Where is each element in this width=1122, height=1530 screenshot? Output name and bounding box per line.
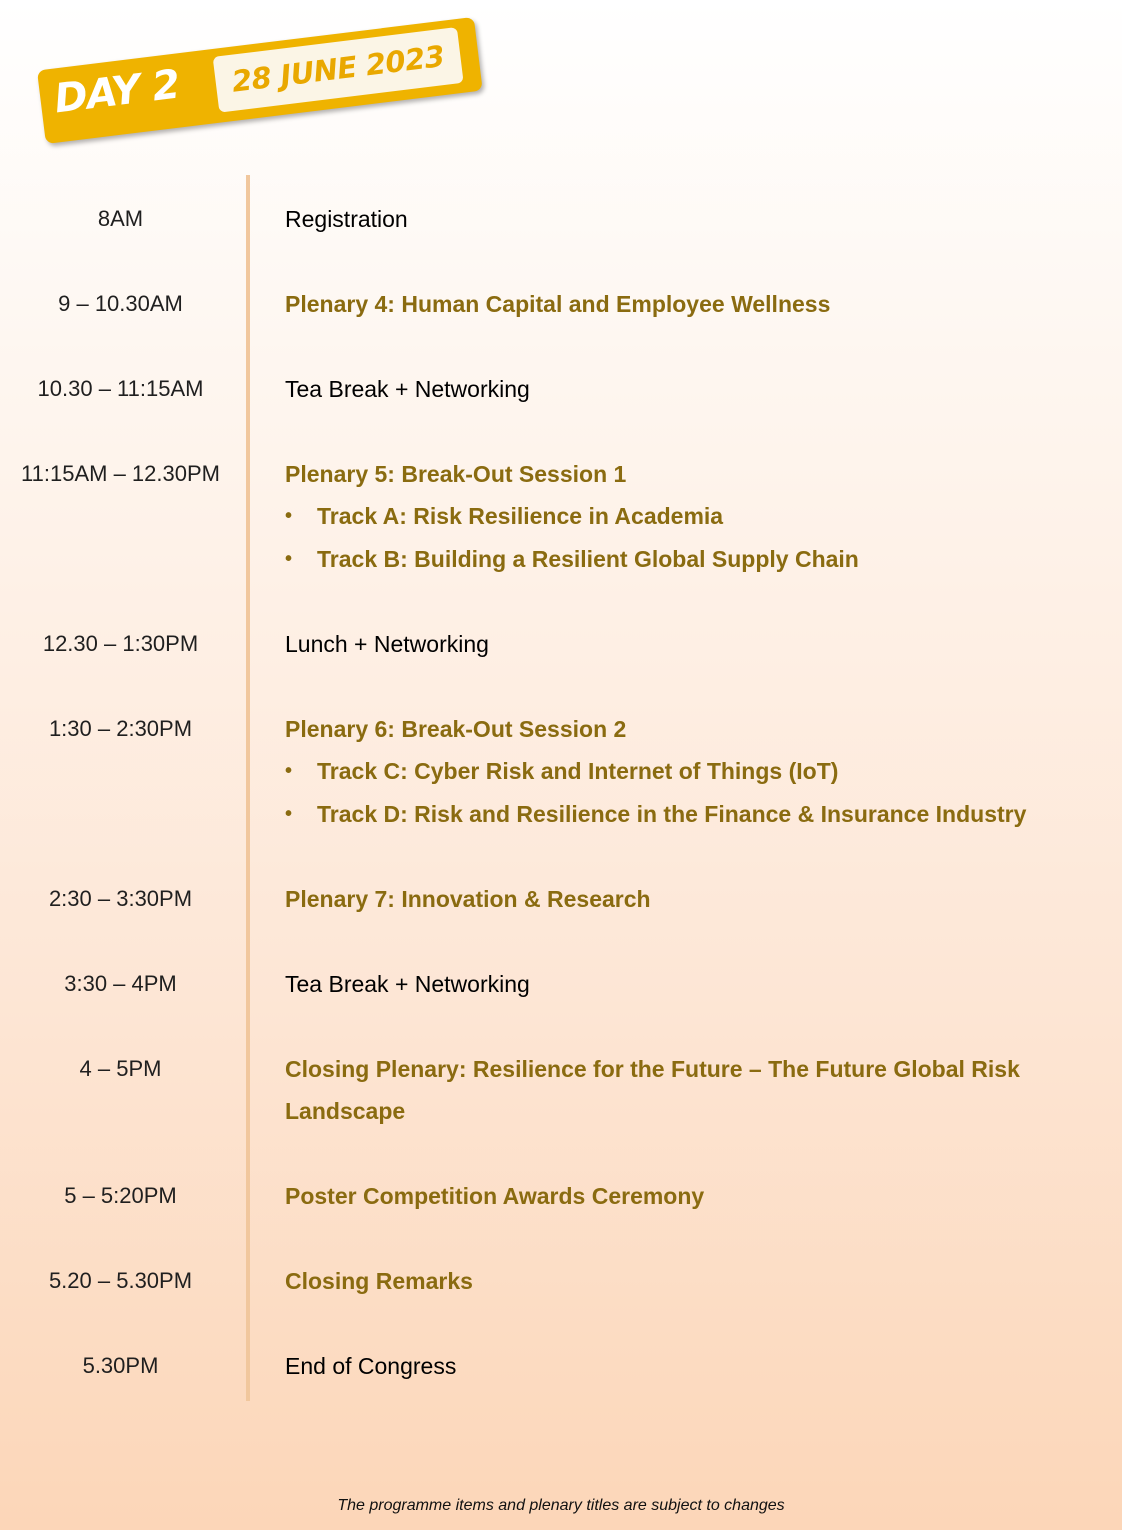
track-item: • Track A: Risk Resilience in Academia [285,495,1075,538]
agenda-title: Tea Break + Networking [285,376,530,402]
agenda-time: 5 – 5:20PM [64,1183,177,1208]
agenda-time: 10.30 – 11:15AM [37,376,204,401]
agenda-title: Registration [285,206,408,232]
agenda-title: Plenary 5: Break-Out Session 1 [285,461,627,487]
agenda-title: Poster Competition Awards Ceremony [285,1183,705,1209]
timeline-divider [246,175,250,1401]
bullet-icon: • [285,760,293,782]
agenda-title: Plenary 6: Break-Out Session 2 [285,716,627,742]
agenda-title: Closing Remarks [285,1268,473,1294]
track-label: Track A: Risk Resilience in Academia [317,503,724,529]
agenda-time: 12.30 – 1:30PM [42,631,199,656]
agenda-title: End of Congress [285,1353,457,1379]
agenda-time: 9 – 10.30AM [58,291,183,316]
bullet-icon: • [285,505,293,527]
agenda-time: 5.30PM [82,1353,159,1378]
agenda-title: Closing Plenary: Resilience for the Futu… [285,1056,1020,1124]
agenda-time: 4 – 5PM [79,1056,162,1081]
track-label: Track D: Risk and Resilience in the Fina… [317,801,1027,827]
agenda-title: Tea Break + Networking [285,971,530,997]
track-item: • Track D: Risk and Resilience in the Fi… [285,793,1075,836]
agenda-title: Plenary 4: Human Capital and Employee We… [285,291,831,317]
agenda-time: 1:30 – 2:30PM [48,716,193,741]
agenda-time: 5.20 – 5.30PM [48,1268,193,1293]
agenda-time: 11:15AM – 12.30PM [21,461,220,486]
track-item: • Track C: Cyber Risk and Internet of Th… [285,750,1075,793]
agenda-title: Lunch + Networking [285,631,489,657]
track-item: • Track B: Building a Resilient Global S… [285,538,1075,581]
agenda-title: Plenary 7: Innovation & Research [285,886,651,912]
agenda-time: 3:30 – 4PM [64,971,177,996]
bullet-icon: • [285,803,293,825]
bullet-icon: • [285,548,293,570]
track-label: Track B: Building a Resilient Global Sup… [317,546,859,572]
disclaimer-footer: The programme items and plenary titles a… [337,1497,785,1514]
day-banner: DAY 2 28 JUNE 2023 [36,16,483,144]
track-label: Track C: Cyber Risk and Internet of Thin… [317,758,839,784]
agenda-time: 2:30 – 3:30PM [48,886,193,911]
agenda-time: 8AM [97,206,144,231]
